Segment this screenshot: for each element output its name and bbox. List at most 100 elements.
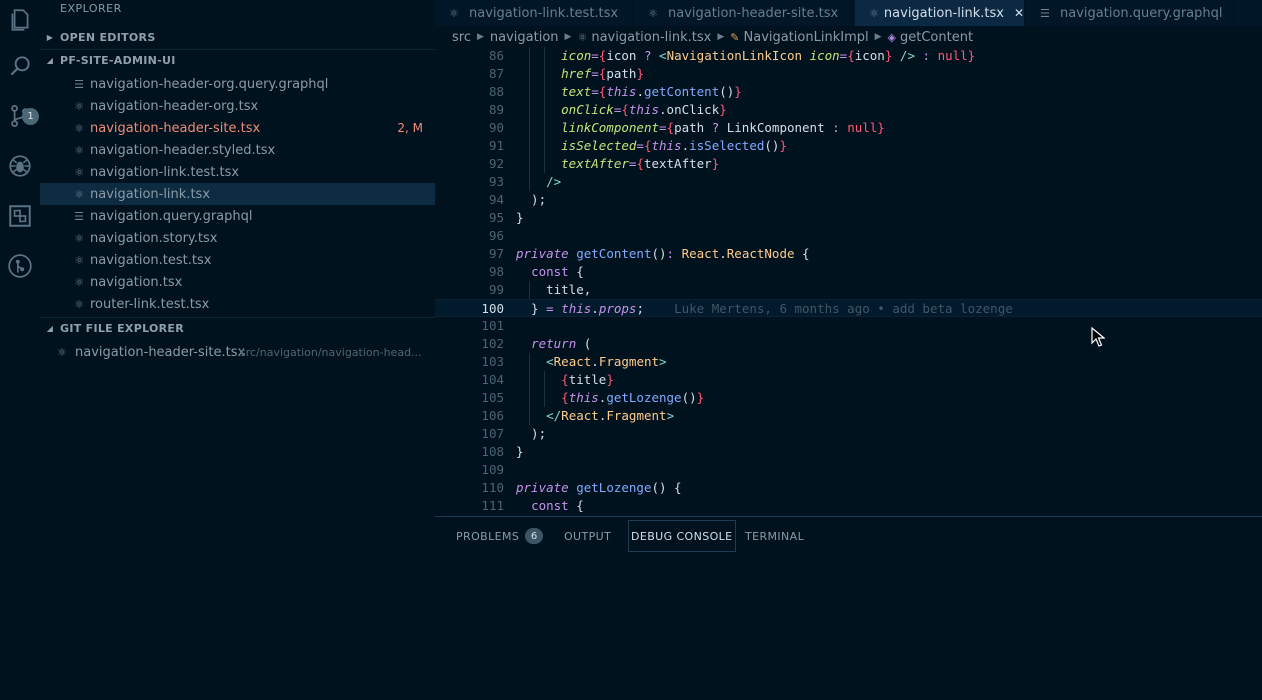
panel-tab-label: PROBLEMS xyxy=(456,529,520,543)
files-icon[interactable] xyxy=(0,0,40,40)
code-line: 105 {this.getLozenge()} xyxy=(435,389,1262,407)
file-item[interactable]: ☰ navigation-header-org.query.graphql xyxy=(40,73,435,95)
chevron-right-icon: ▶ xyxy=(46,32,54,42)
file-item[interactable]: ⚛ router-link.test.tsx xyxy=(40,293,435,315)
file-item[interactable]: ⚛ navigation-header-site.tsx 2, M xyxy=(40,117,435,139)
open-editors-section[interactable]: ▶ OPEN EDITORS xyxy=(40,26,435,48)
project-section[interactable]: ◢ PF-SITE-ADMIN-UI xyxy=(40,49,435,71)
tab-navigation-link-test[interactable]: ⚛ navigation-link.test.tsx xyxy=(435,0,633,26)
react-icon: ⚛ xyxy=(74,275,84,289)
git-file-item[interactable]: ⚛ navigation-header-site.tsx src/navigat… xyxy=(40,341,435,363)
code-text: ); xyxy=(516,192,547,207)
file-item[interactable]: ⚛ navigation-link.tsx xyxy=(40,183,435,205)
panel-tab-debug-console[interactable]: DEBUG CONSOLE xyxy=(628,520,736,552)
git-lens-icon[interactable] xyxy=(0,246,40,286)
lines-icon: ☰ xyxy=(74,77,84,91)
react-icon: ⚛ xyxy=(74,99,84,113)
method-icon: ◈ xyxy=(887,30,896,44)
file-item[interactable]: ⚛ navigation-header.styled.tsx xyxy=(40,139,435,161)
file-name: router-link.test.tsx xyxy=(90,296,210,312)
react-icon: ⚛ xyxy=(74,143,84,157)
panel-tab-output[interactable]: OUTPUT xyxy=(564,520,611,552)
file-name: navigation.story.tsx xyxy=(90,230,218,246)
line-number: 91 xyxy=(488,138,504,153)
code-line: 106 </React.Fragment> xyxy=(435,407,1262,425)
line-number: 103 xyxy=(481,354,504,369)
chevron-down-icon: ◢ xyxy=(46,56,54,65)
breadcrumb-item[interactable]: navigation-link.tsx xyxy=(591,30,711,45)
line-number: 94 xyxy=(488,192,504,207)
lines-icon: ☰ xyxy=(74,209,84,223)
code-text: </React.Fragment> xyxy=(546,408,675,423)
line-number: 88 xyxy=(488,84,504,99)
file-name: navigation.query.graphql xyxy=(90,208,253,224)
file-name: navigation-link.test.tsx xyxy=(90,164,240,180)
panel-tab-terminal[interactable]: TERMINAL xyxy=(745,520,804,552)
file-item[interactable]: ☰ navigation.query.graphql xyxy=(40,205,435,227)
explorer-sidebar: EXPLORER ▶ OPEN EDITORS ◢ PF-SITE-ADMIN-… xyxy=(40,0,435,700)
code-text: {title} xyxy=(561,372,614,387)
file-item[interactable]: ⚛ navigation.test.tsx xyxy=(40,249,435,271)
code-line: 97 private getContent(): React.ReactNode … xyxy=(435,245,1262,263)
file-item[interactable]: ⚛ navigation-link.test.tsx xyxy=(40,161,435,183)
file-item[interactable]: ⚛ navigation.tsx xyxy=(40,271,435,293)
line-number: 86 xyxy=(488,48,504,63)
git-explorer-section[interactable]: ◢ GIT FILE EXPLORER xyxy=(40,317,435,339)
git-file-path: src/navigation/navigation-head... xyxy=(240,345,422,359)
code-line: 98 const { xyxy=(435,263,1262,281)
tab-navigation-query[interactable]: ☰ navigation.query.graphql xyxy=(1026,0,1234,26)
code-text: } xyxy=(516,210,524,225)
code-line: 110 private getLozenge() { xyxy=(435,479,1262,497)
chevron-right-icon: ▶ xyxy=(717,32,725,42)
code-line: 111 const { xyxy=(435,497,1262,515)
react-icon: ⚛ xyxy=(74,297,84,311)
file-name: navigation.test.tsx xyxy=(90,252,212,268)
chevron-down-icon: ◢ xyxy=(46,324,54,333)
tab-navigation-header-site[interactable]: ⚛ navigation-header-site.tsx xyxy=(634,0,854,26)
code-text: const { xyxy=(531,498,584,513)
code-text: href={path} xyxy=(561,66,644,81)
problems-count-badge: 6 xyxy=(525,528,544,544)
tab-navigation-link[interactable]: ⚛ navigation-link.tsx ✕ xyxy=(855,0,1025,26)
file-item[interactable]: ⚛ navigation.story.tsx xyxy=(40,227,435,249)
code-text: private getLozenge() { xyxy=(516,480,682,495)
git-file-name: navigation-header-site.tsx xyxy=(75,344,246,360)
line-number: 90 xyxy=(488,120,504,135)
lines-icon: ☰ xyxy=(1040,6,1050,20)
line-number: 104 xyxy=(481,372,504,387)
close-icon[interactable]: ✕ xyxy=(1014,6,1024,20)
line-number: 101 xyxy=(481,318,504,333)
search-icon[interactable] xyxy=(0,46,40,86)
open-editors-label: OPEN EDITORS xyxy=(60,30,156,44)
panel-tab-problems[interactable]: PROBLEMS 6 xyxy=(456,520,544,552)
react-icon: ⚛ xyxy=(869,6,879,20)
code-text: private getContent(): React.ReactNode { xyxy=(516,246,810,261)
breadcrumb-item[interactable]: NavigationLinkImpl xyxy=(744,30,869,45)
code-text: text={this.getContent()} xyxy=(561,84,742,99)
code-line: 104 {title} xyxy=(435,371,1262,389)
line-number: 109 xyxy=(481,462,504,477)
file-item[interactable]: ⚛ navigation-header-org.tsx xyxy=(40,95,435,117)
line-number: 110 xyxy=(481,480,504,495)
breadcrumb-item[interactable]: src xyxy=(452,30,471,45)
panel-tab-label: OUTPUT xyxy=(564,529,612,543)
tab-bar: ⚛ navigation-link.test.tsx ⚛ navigation-… xyxy=(435,0,1262,26)
breadcrumb-item[interactable]: getContent xyxy=(900,30,973,45)
code-line: 109 xyxy=(435,461,1262,479)
file-name: navigation-header.styled.tsx xyxy=(90,142,276,158)
code-line: 99 title, xyxy=(435,281,1262,299)
line-number: 92 xyxy=(488,156,504,171)
code-text: <React.Fragment> xyxy=(546,354,667,369)
debug-icon[interactable] xyxy=(0,146,40,186)
code-text: } = this.props; Luke Mertens, 6 months a… xyxy=(516,301,1013,316)
source-control-icon[interactable]: 1 xyxy=(0,96,40,136)
line-number: 98 xyxy=(488,264,504,279)
line-number: 111 xyxy=(481,498,504,513)
code-editor[interactable]: 86 icon={icon ? <NavigationLinkIcon icon… xyxy=(435,47,1262,515)
extensions-icon[interactable] xyxy=(0,196,40,236)
react-icon: ⚛ xyxy=(648,6,658,20)
breadcrumb: src ▶ navigation ▶ ⚛ navigation-link.tsx… xyxy=(435,28,1262,46)
file-name: navigation-header-org.query.graphql xyxy=(90,76,329,92)
code-text: isSelected={this.isSelected()} xyxy=(561,138,787,153)
breadcrumb-item[interactable]: navigation xyxy=(490,30,559,45)
